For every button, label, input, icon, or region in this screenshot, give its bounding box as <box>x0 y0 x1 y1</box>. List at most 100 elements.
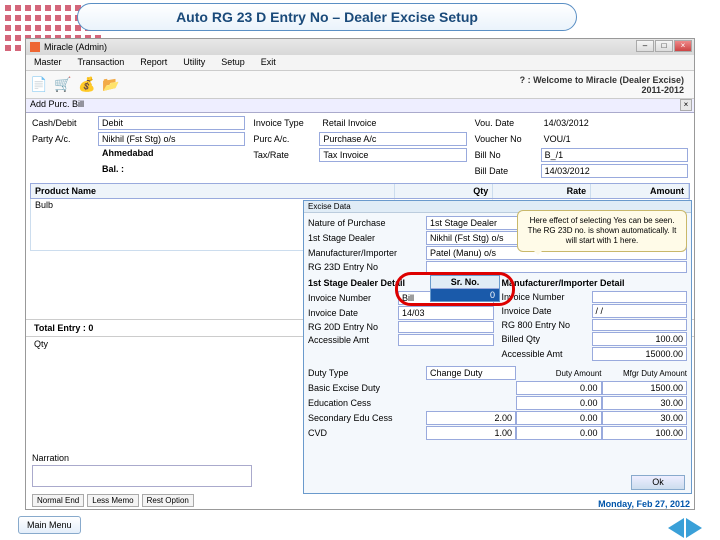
sec-label: Secondary Edu Cess <box>308 413 426 423</box>
ok-button[interactable]: Ok <box>631 475 685 490</box>
cash-debit-label: Cash/Debit <box>32 118 98 128</box>
rest-option-button[interactable]: Rest Option <box>142 494 194 507</box>
party-city: Ahmedabad <box>32 148 245 162</box>
invoice-type-value: Retail Invoice <box>319 117 466 129</box>
menu-exit[interactable]: Exit <box>253 55 284 70</box>
col-product: Product Name <box>31 184 395 198</box>
col-amount: Amount <box>591 184 689 198</box>
app-icon <box>30 42 40 52</box>
section2-header: Manufacturer/Importer Detail <box>502 276 688 290</box>
rg20-field[interactable] <box>398 321 494 333</box>
invdt-label: Invoice Date <box>308 308 398 318</box>
duty-type-field[interactable]: Change Duty <box>426 366 516 380</box>
welcome-text: ? : Welcome to Miracle (Dealer Excise) 2… <box>520 75 690 95</box>
party-label: Party A/c. <box>32 134 98 144</box>
folder-icon[interactable]: 📂 <box>102 76 120 94</box>
duty-col1: Duty Amount <box>516 369 602 378</box>
cvd-label: CVD <box>308 428 426 438</box>
menu-setup[interactable]: Setup <box>213 55 253 70</box>
voucher-no-value: VOU/1 <box>541 133 688 145</box>
new-icon[interactable]: 📄 <box>30 76 48 94</box>
menu-report[interactable]: Report <box>132 55 175 70</box>
party-field[interactable]: Nikhil (Fst Stg) o/s <box>98 132 245 146</box>
invdt-field[interactable]: 14/03 <box>398 306 494 320</box>
m-invdt-label: Invoice Date <box>502 306 592 316</box>
cvd-r[interactable]: 1.00 <box>426 426 516 440</box>
balance-label: Bal. : <box>32 164 245 178</box>
ec-label: Education Cess <box>308 398 426 408</box>
invoice-type-label: Invoice Type <box>253 118 319 128</box>
ec-a[interactable]: 0.00 <box>516 396 602 410</box>
cash-debit-field[interactable]: Debit <box>98 116 245 130</box>
sec-a[interactable]: 0.00 <box>516 411 602 425</box>
bill-no-field[interactable]: B_/1 <box>541 148 688 162</box>
purc-field[interactable]: Purchase A/c <box>319 132 466 146</box>
taxrate-field[interactable]: Tax Invoice <box>319 148 466 162</box>
tab-add-purc-bill[interactable]: Add Purc. Bill <box>30 99 84 109</box>
nature-label: Nature of Purchase <box>308 218 426 228</box>
col-qty: Qty <box>395 184 493 198</box>
less-memo-button[interactable]: Less Memo <box>87 494 138 507</box>
sec-b[interactable]: 30.00 <box>602 411 688 425</box>
m-invno-field[interactable] <box>592 291 688 303</box>
taxrate-label: Tax/Rate <box>253 150 319 160</box>
voucher-no-label: Voucher No <box>475 134 541 144</box>
m-qty-field[interactable]: 100.00 <box>592 332 688 346</box>
m-invdt-field[interactable]: / / <box>592 304 688 318</box>
m-acc-field[interactable]: 15000.00 <box>592 347 688 361</box>
vou-date-label: Vou. Date <box>475 118 541 128</box>
sec-r[interactable]: 2.00 <box>426 411 516 425</box>
toolbar: 📄 🛒 💰 📂 ? : Welcome to Miracle (Dealer E… <box>26 71 694 99</box>
srno-header: Sr. No. <box>431 276 499 289</box>
fstg-label: 1st Stage Dealer <box>308 233 426 243</box>
srno-popup: Sr. No. 0 <box>430 275 500 302</box>
purc-label: Purc A/c. <box>253 134 319 144</box>
col-rate: Rate <box>493 184 591 198</box>
grid-header: Product Name Qty Rate Amount <box>30 183 690 199</box>
bed-a[interactable]: 0.00 <box>516 381 602 395</box>
bed-label: Basic Excise Duty <box>308 383 426 393</box>
cvd-a[interactable]: 0.00 <box>516 426 602 440</box>
close-button[interactable]: × <box>674 40 692 52</box>
main-menu-button[interactable]: Main Menu <box>18 516 81 534</box>
nav-arrows <box>668 518 702 538</box>
money-icon[interactable]: 💰 <box>78 76 96 94</box>
vou-date-value: 14/03/2012 <box>541 117 688 129</box>
ec-b[interactable]: 30.00 <box>602 396 688 410</box>
callout-note: Here effect of selecting Yes can be seen… <box>517 210 687 252</box>
narration-label: Narration <box>32 453 252 463</box>
rg23d-label: RG 23D Entry No <box>308 262 426 272</box>
bed-b[interactable]: 1500.00 <box>602 381 688 395</box>
narration-input[interactable] <box>32 465 252 487</box>
menubar: Master Transaction Report Utility Setup … <box>26 55 694 71</box>
tab-close-icon[interactable]: × <box>680 99 692 111</box>
m-qty-label: Billed Qty <box>502 334 592 344</box>
menu-utility[interactable]: Utility <box>175 55 213 70</box>
m-invno-label: Invoice Number <box>502 292 592 302</box>
status-date: Monday, Feb 27, 2012 <box>598 499 690 509</box>
m-rg-label: RG 800 Entry No <box>502 320 592 330</box>
titlebar: Miracle (Admin) – □ × <box>26 39 694 55</box>
window-title: Miracle (Admin) <box>44 42 107 52</box>
m-rg-field[interactable] <box>592 319 688 331</box>
bill-date-field[interactable]: 14/03/2012 <box>541 164 688 178</box>
tab-bar: Add Purc. Bill × <box>26 99 694 113</box>
prev-arrow-icon[interactable] <box>668 518 684 538</box>
maximize-button[interactable]: □ <box>655 40 673 52</box>
acc-field[interactable] <box>398 334 494 346</box>
menu-transaction[interactable]: Transaction <box>70 55 133 70</box>
rg20-label: RG 20D Entry No <box>308 322 398 332</box>
cvd-b[interactable]: 100.00 <box>602 426 688 440</box>
acc-label: Accessible Amt <box>308 335 398 345</box>
bill-no-label: Bill No <box>475 150 541 160</box>
rg23d-field[interactable] <box>426 261 687 273</box>
minimize-button[interactable]: – <box>636 40 654 52</box>
next-arrow-icon[interactable] <box>686 518 702 538</box>
bill-date-label: Bill Date <box>475 166 541 176</box>
manu-label: Manufacturer/Importer <box>308 248 426 258</box>
srno-value[interactable]: 0 <box>431 289 499 301</box>
m-acc-label: Accessible Amt <box>502 349 592 359</box>
normal-end-button[interactable]: Normal End <box>32 494 84 507</box>
cart-icon[interactable]: 🛒 <box>54 76 72 94</box>
menu-master[interactable]: Master <box>26 55 70 70</box>
